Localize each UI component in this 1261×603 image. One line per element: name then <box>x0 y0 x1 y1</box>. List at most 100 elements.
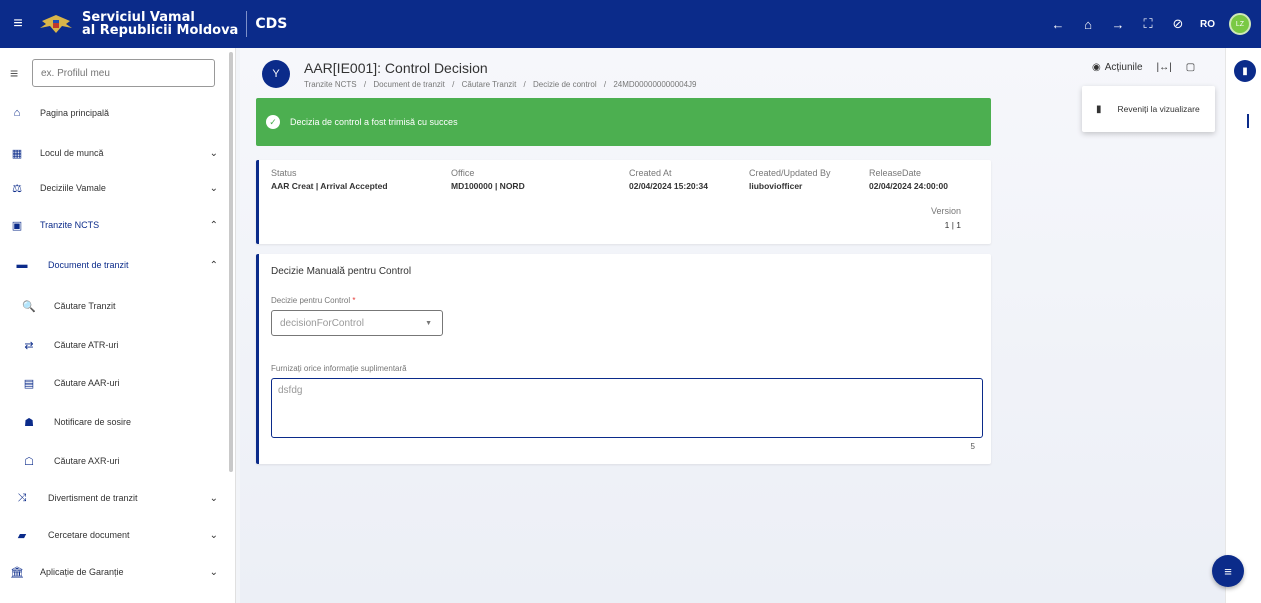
home-icon: ⌂ <box>13 107 21 119</box>
home-icon[interactable]: ⌂ <box>1080 17 1096 32</box>
chevron-down-icon: ⌄ <box>209 147 218 159</box>
breadcrumb-item-control-decision[interactable]: Decizie de control <box>533 80 597 89</box>
fork-icon: Y <box>262 60 290 88</box>
actions-toolbar: ◉ Acțiunile |↔| ▢ <box>1092 62 1195 73</box>
breadcrumb-item-search-transit[interactable]: Căutare Tranzit <box>462 80 517 89</box>
truck-icon: ▬ <box>16 259 28 271</box>
scale-icon: ⚖ <box>12 182 22 195</box>
form-title: Decizie Manuală pentru Control <box>271 266 412 277</box>
sidebar-menu-icon[interactable]: ≡ <box>10 65 32 81</box>
eye-icon: ◉ <box>1092 62 1101 73</box>
decision-select[interactable]: decisionForControl ▼ <box>271 310 443 336</box>
right-rail: ▮ <box>1225 48 1261 603</box>
sidebar-item-label: Notificare de sosire <box>54 417 132 427</box>
sidebar-item-label: Căutare ATR-uri <box>54 340 119 350</box>
release-date-field: ReleaseDate 02/04/2024 24:00:00 <box>869 168 948 191</box>
sidebar-item-label: Aplicație de Garanție <box>40 567 124 577</box>
additional-info-textarea[interactable]: dsfdg <box>271 378 983 438</box>
release-date-value: 02/04/2024 24:00:00 <box>869 181 948 191</box>
sidebar-item-ncts-transits[interactable]: ▣ Tranzite NCTS ⌃ <box>0 210 232 240</box>
sidebar-item-search-transit[interactable]: 🔍 Căutare Tranzit <box>0 291 232 321</box>
document-search-icon: ▤ <box>23 377 35 390</box>
success-alert: ✓ Decizia de control a fost trimisă cu s… <box>256 98 991 146</box>
expand-width-icon[interactable]: |↔| <box>1157 62 1172 73</box>
window-icon[interactable]: ▢ <box>1186 62 1195 73</box>
forward-arrow-icon[interactable]: → <box>1110 17 1126 32</box>
chevron-up-icon: ⌃ <box>209 219 218 231</box>
sidebar-item-label: Căutare AAR-uri <box>54 378 120 388</box>
back-arrow-icon[interactable]: ← <box>1050 17 1066 32</box>
menu-fab-button[interactable]: ≡ <box>1212 555 1244 587</box>
sidebar-item-label: Tranzite NCTS <box>40 220 100 230</box>
sidebar-item-label: Cercetare document <box>48 530 130 540</box>
created-by-label: Created/Updated By <box>749 168 831 178</box>
customs-logo <box>36 10 76 38</box>
search-document-icon: 🔍 <box>22 300 36 313</box>
office-label: Office <box>451 168 475 178</box>
divider <box>246 11 248 37</box>
created-at-label: Created At <box>629 168 672 178</box>
shield-person-icon: ☖ <box>24 455 34 468</box>
breadcrumb-separator: / <box>452 80 455 89</box>
avatar[interactable]: LZ <box>1229 13 1251 35</box>
fullscreen-icon[interactable]: ⛶ <box>1140 16 1156 32</box>
sidebar-item-transit-document[interactable]: ▬ Document de tranzit ⌃ <box>0 250 232 280</box>
sidebar: ≡ ⌂ Pagina principală ▦ Locul de muncă ⌄… <box>0 48 236 603</box>
sidebar-item-label: Căutare Tranzit <box>54 301 116 311</box>
sidebar-search: ≡ <box>10 58 226 88</box>
sidebar-item-label: Document de tranzit <box>48 260 129 270</box>
actions-menu: ▮ Reveniți la vizualizare <box>1082 86 1215 132</box>
dropdown-arrow-icon: ▼ <box>425 319 432 327</box>
page-title: AAR[IE001]: Control Decision <box>304 60 488 76</box>
created-by-value: liuboviofficer <box>749 181 803 191</box>
decision-label-text: Decizie pentru Control <box>271 296 351 305</box>
app-name: CDS <box>255 16 288 32</box>
no-touch-icon[interactable]: ⊘ <box>1170 16 1186 32</box>
sidebar-item-document-research[interactable]: ▰ Cercetare document ⌄ <box>0 520 232 550</box>
language-selector[interactable]: RO <box>1200 19 1215 30</box>
breadcrumb-item-transit-document[interactable]: Document de tranzit <box>373 80 445 89</box>
required-marker: * <box>352 296 356 305</box>
sidebar-item-transit-diversion[interactable]: ⤨ Divertisment de tranzit ⌄ <box>0 483 232 513</box>
rail-indicator <box>1247 114 1249 128</box>
bank-icon: 🏛 <box>10 566 24 579</box>
sidebar-item-search-atr[interactable]: ⇄ Căutare ATR-uri <box>0 330 232 360</box>
chevron-down-icon: ⌄ <box>209 566 218 578</box>
sidebar-item-search-aar[interactable]: ▤ Căutare AAR-uri <box>0 368 232 398</box>
breadcrumb-item-mrn: 24MD000000000004J9 <box>613 80 697 89</box>
office-value: MD100000 | NORD <box>451 181 525 191</box>
breadcrumb-item-ncts[interactable]: Tranzite NCTS <box>304 80 357 89</box>
sidebar-item-arrival-notification[interactable]: ☗ Notificare de sosire <box>0 407 232 437</box>
sidebar-item-search-axr[interactable]: ☖ Căutare AXR-uri <box>0 446 232 476</box>
actions-button[interactable]: ◉ Acțiunile <box>1092 62 1143 73</box>
chevron-down-icon: ⌄ <box>209 492 218 504</box>
actions-label: Acțiunile <box>1104 62 1143 73</box>
sidebar-item-label: Locul de muncă <box>40 148 104 158</box>
sidebar-item-label: Deciziile Vamale <box>40 183 106 193</box>
shuffle-icon: ⤨ <box>17 491 27 504</box>
chevron-down-icon: ⌄ <box>209 529 218 541</box>
status-value: AAR Creat | Arrival Accepted <box>271 181 388 191</box>
sidebar-item-workplace[interactable]: ▦ Locul de muncă ⌄ <box>0 138 232 168</box>
comment-icon: ▰ <box>17 529 27 542</box>
chevron-down-icon: ⌄ <box>209 182 218 194</box>
success-message: Decizia de control a fost trimisă cu suc… <box>290 117 458 127</box>
chevron-up-icon: ⌃ <box>209 259 218 271</box>
menu-item-back-to-view[interactable]: Reveniți la vizualizare <box>1118 104 1200 114</box>
release-date-label: ReleaseDate <box>869 168 922 178</box>
version-label: Version <box>930 206 961 216</box>
breadcrumb: Tranzite NCTS / Document de tranzit / Că… <box>304 80 702 89</box>
sidebar-item-customs-decisions[interactable]: ⚖ Deciziile Vamale ⌄ <box>0 173 232 203</box>
sidebar-item-label: Divertisment de tranzit <box>48 493 138 503</box>
decision-label: Decizie pentru Control * <box>271 296 356 305</box>
search-input[interactable] <box>32 59 215 87</box>
sidebar-item-home[interactable]: ⌂ Pagina principală <box>0 98 232 128</box>
created-at-value: 02/04/2024 15:20:34 <box>629 181 708 191</box>
info-card: Status AAR Creat | Arrival Accepted Offi… <box>256 160 991 244</box>
document-icon[interactable]: ▮ <box>1234 60 1256 82</box>
version-value: 1 | 1 <box>944 220 961 230</box>
hamburger-menu-icon[interactable]: ≡ <box>0 0 36 48</box>
top-bar: ≡ Serviciul Vamal al Republicii Moldova … <box>0 0 1261 48</box>
sidebar-item-guarantee-application[interactable]: 🏛 Aplicație de Garanție ⌄ <box>0 557 232 587</box>
bus-icon: ▣ <box>11 219 23 232</box>
